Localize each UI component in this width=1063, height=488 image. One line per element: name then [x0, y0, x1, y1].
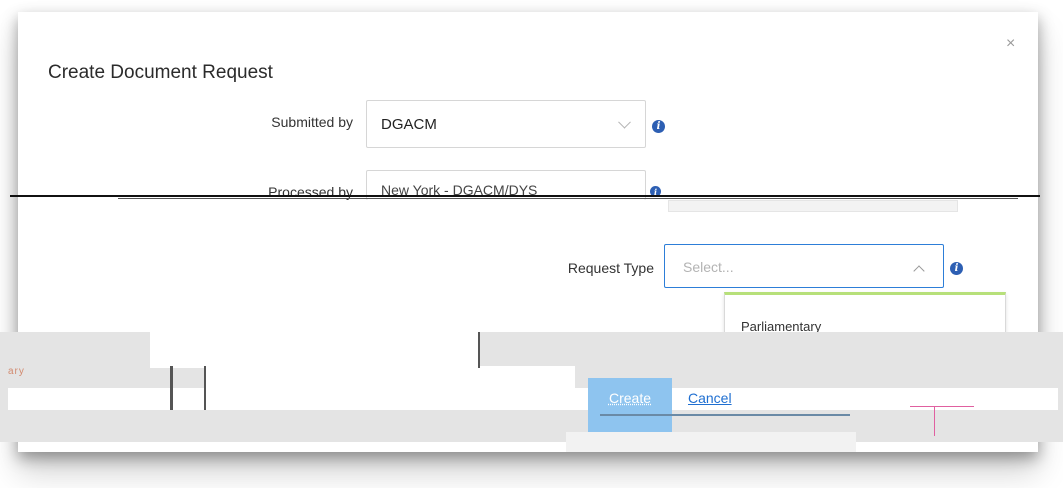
- modal-title: Create Document Request: [48, 62, 273, 83]
- chevron-down-icon: [618, 115, 631, 129]
- cancel-link[interactable]: Cancel: [688, 390, 732, 406]
- submitted-by-value: DGACM: [381, 115, 437, 133]
- submitted-by-select[interactable]: DGACM: [366, 100, 646, 148]
- divider: [118, 198, 1018, 199]
- request-type-label: Request Type: [567, 260, 654, 276]
- close-icon[interactable]: ×: [1006, 36, 1015, 52]
- page: Create Document Request × Submitted by D…: [0, 0, 1063, 488]
- divider: [478, 332, 480, 368]
- divider: [910, 406, 974, 407]
- request-type-select[interactable]: Select...: [664, 244, 944, 288]
- info-icon[interactable]: i: [950, 262, 963, 275]
- background-band: [205, 366, 575, 410]
- divider: [934, 406, 935, 436]
- divider: [170, 366, 173, 410]
- divider: [600, 414, 850, 416]
- chevron-up-icon: [913, 265, 925, 277]
- create-button[interactable]: Create: [588, 378, 672, 432]
- info-icon[interactable]: i: [652, 120, 665, 133]
- background-band: [566, 432, 856, 452]
- submitted-by-label: Submitted by: [271, 114, 353, 130]
- divider: [10, 195, 1040, 197]
- divider: [204, 366, 206, 410]
- divider: [668, 200, 958, 212]
- request-type-placeholder: Select...: [683, 259, 734, 275]
- left-fragment-text: ary: [8, 366, 25, 377]
- request-type-dropdown: Parliamentary: [724, 292, 1006, 334]
- background-band: [150, 332, 480, 368]
